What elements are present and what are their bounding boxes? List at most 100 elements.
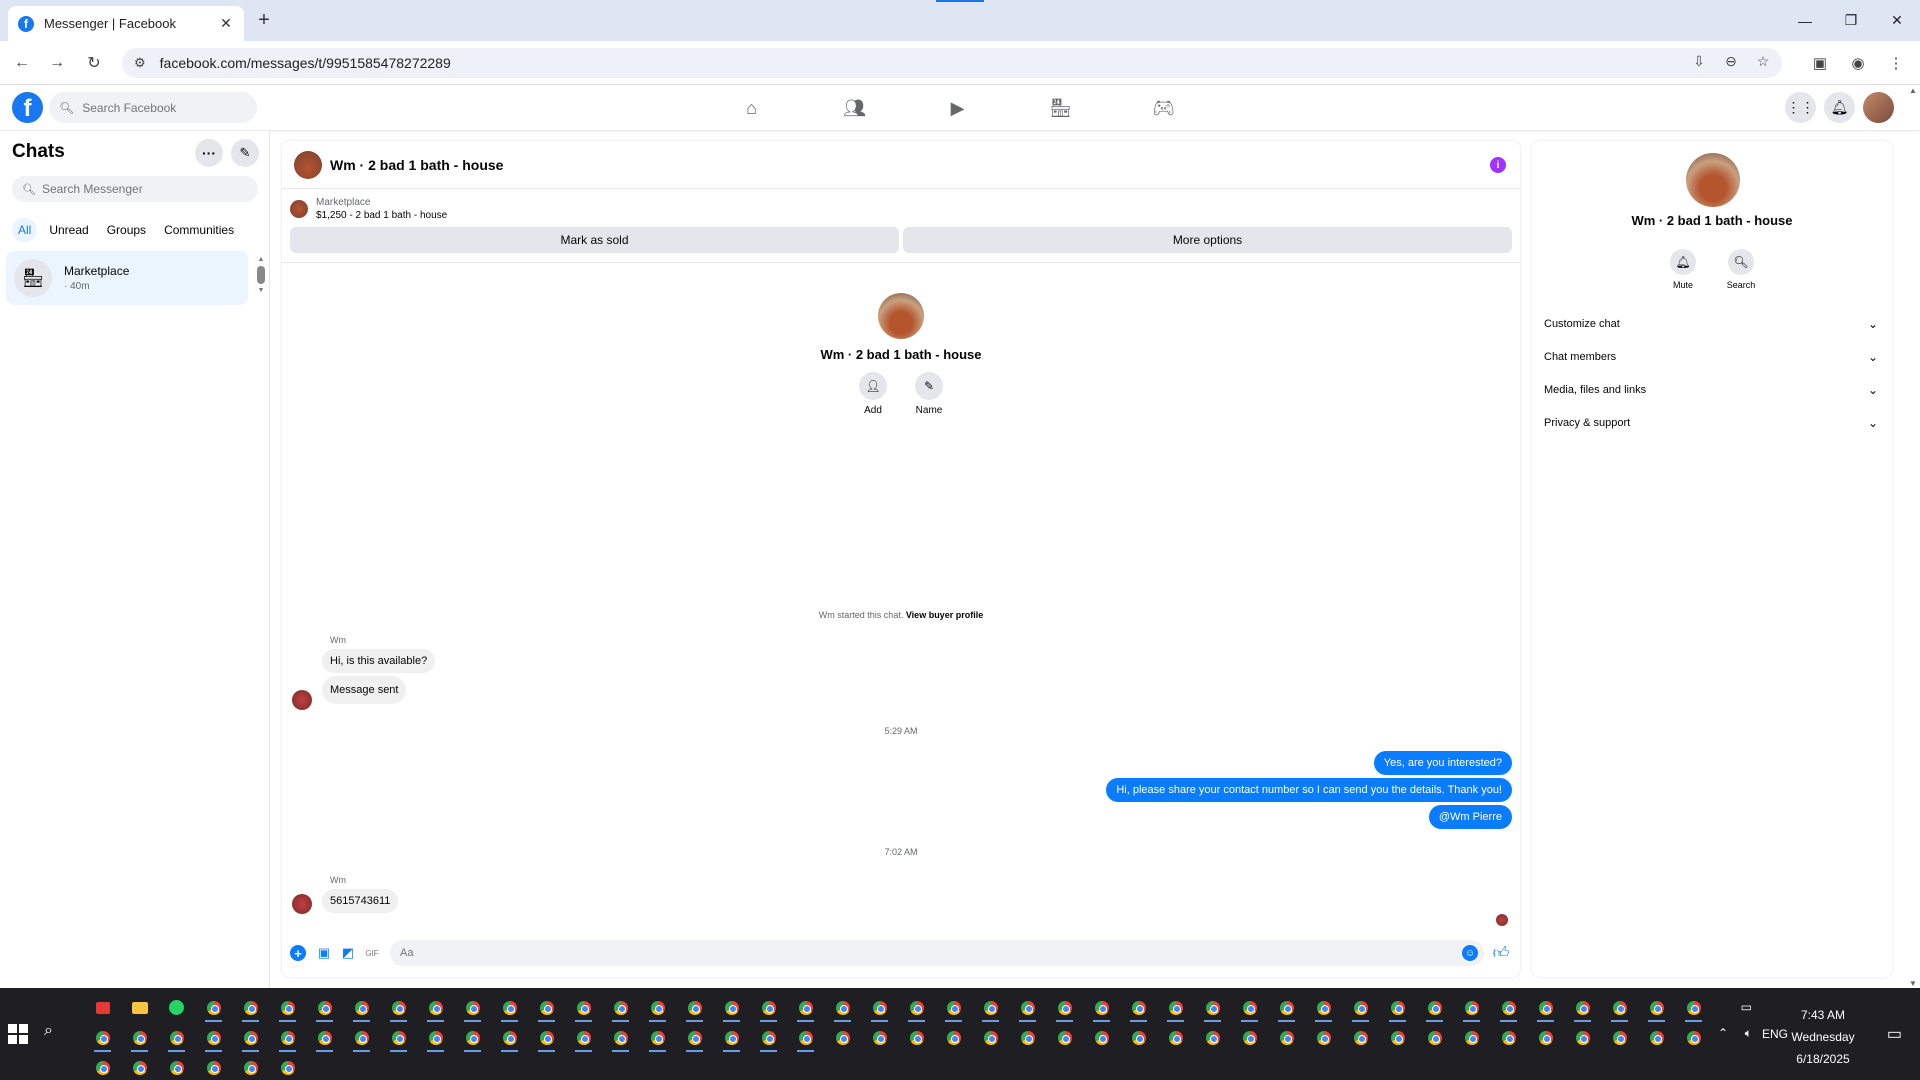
chrome-taskbar-icon[interactable] — [1453, 1022, 1490, 1053]
chrome-taskbar-icon[interactable] — [1527, 1022, 1564, 1053]
reload-icon[interactable]: ↻ — [82, 51, 106, 75]
facebook-search-input[interactable] — [82, 100, 233, 115]
chrome-taskbar-icon[interactable] — [1268, 992, 1305, 1023]
chrome-taskbar-icon[interactable] — [1675, 992, 1712, 1023]
chrome-taskbar-icon[interactable] — [1453, 992, 1490, 1023]
forward-icon[interactable]: → — [45, 51, 69, 75]
chrome-taskbar-icon[interactable] — [602, 992, 639, 1023]
chrome-taskbar-icon[interactable] — [232, 992, 269, 1023]
chrome-taskbar-icon[interactable] — [195, 992, 232, 1023]
chrome-taskbar-icon[interactable] — [84, 1052, 121, 1080]
chrome-taskbar-icon[interactable] — [528, 992, 565, 1023]
chrome-taskbar-icon[interactable] — [528, 1022, 565, 1053]
chrome-taskbar-icon[interactable] — [1564, 1022, 1601, 1053]
chrome-taskbar-icon[interactable] — [1120, 992, 1157, 1023]
taskbar-clock[interactable]: 7:43 AM Wednesday 6/18/2025 — [1778, 1004, 1868, 1070]
chrome-taskbar-icon[interactable] — [454, 1022, 491, 1053]
profile-icon[interactable]: ◉ — [1846, 51, 1870, 75]
browser-menu-icon[interactable]: ⋮ — [1884, 51, 1908, 75]
chrome-taskbar-icon[interactable] — [1342, 1022, 1379, 1053]
gif-icon[interactable]: GIF — [362, 943, 382, 963]
chats-options-button[interactable]: ··· — [195, 139, 223, 167]
chrome-taskbar-icon[interactable] — [1527, 992, 1564, 1023]
chrome-taskbar-icon[interactable] — [380, 1022, 417, 1053]
chrome-taskbar-icon[interactable] — [195, 1022, 232, 1053]
new-message-button[interactable]: ✎ — [231, 139, 259, 167]
message-input-box[interactable]: ☺ — [390, 940, 1484, 966]
browser-tab[interactable]: f Messenger | Facebook ✕ — [8, 6, 244, 41]
chrome-taskbar-icon[interactable] — [1379, 992, 1416, 1023]
filter-unread[interactable]: Unread — [43, 218, 94, 242]
search-conversation-button[interactable]: 🔍︎ Search — [1726, 249, 1756, 290]
chrome-taskbar-icon[interactable] — [861, 1022, 898, 1053]
chrome-taskbar-icon[interactable] — [824, 992, 861, 1023]
chrome-taskbar-icon[interactable] — [1009, 992, 1046, 1023]
chrome-taskbar-icon[interactable] — [343, 1022, 380, 1053]
minimize-icon[interactable]: — — [1782, 0, 1828, 41]
back-icon[interactable]: ← — [10, 51, 34, 75]
chrome-taskbar-icon[interactable] — [861, 992, 898, 1023]
chrome-taskbar-icon[interactable] — [1083, 1022, 1120, 1053]
chrome-taskbar-icon[interactable] — [454, 992, 491, 1023]
filter-all[interactable]: All — [12, 218, 38, 242]
menu-grid-icon[interactable]: ⋮⋮ — [1785, 92, 1816, 123]
chrome-taskbar-icon[interactable] — [1083, 992, 1120, 1023]
chrome-taskbar-icon[interactable] — [269, 1052, 306, 1080]
bookmark-star-icon[interactable]: ☆ — [1754, 53, 1772, 70]
chrome-taskbar-icon[interactable] — [1564, 992, 1601, 1023]
chrome-taskbar-icon[interactable] — [565, 992, 602, 1023]
sticker-icon[interactable]: ◩ — [338, 943, 358, 963]
chrome-taskbar-icon[interactable] — [121, 1022, 158, 1053]
chrome-taskbar-icon[interactable] — [1416, 1022, 1453, 1053]
messenger-search[interactable]: 🔍︎ — [12, 176, 258, 202]
whatsapp-taskbar-icon[interactable] — [158, 992, 195, 1023]
chrome-taskbar-icon[interactable] — [750, 992, 787, 1023]
chrome-taskbar-icon[interactable] — [639, 992, 676, 1023]
chrome-taskbar-icon[interactable] — [491, 1022, 528, 1053]
chrome-taskbar-icon[interactable] — [602, 1022, 639, 1053]
thumbs-up-icon[interactable]: 👍︎ — [1490, 942, 1512, 964]
page-scrollbar[interactable]: ▲ ▼ — [1906, 86, 1920, 988]
incoming-message[interactable]: Message sent — [322, 676, 407, 704]
chrome-taskbar-icon[interactable] — [1046, 992, 1083, 1023]
site-settings-icon[interactable]: ⚙ — [134, 55, 146, 71]
notifications-center-icon[interactable]: ▭ — [1887, 1024, 1902, 1044]
media-files-links-section[interactable]: Media, files and links ⌄ — [1544, 377, 1878, 403]
chrome-taskbar-icon[interactable] — [269, 992, 306, 1023]
taskbar-search-icon[interactable]: ⌕ — [44, 1022, 53, 1040]
scroll-up-icon[interactable]: ▲ — [257, 256, 265, 263]
facebook-search[interactable]: 🔍︎ — [49, 92, 257, 123]
chrome-taskbar-icon[interactable] — [713, 992, 750, 1023]
video-icon[interactable]: ▶ — [906, 86, 1009, 130]
chrome-taskbar-icon[interactable] — [1416, 992, 1453, 1023]
chrome-taskbar-icon[interactable] — [1675, 1022, 1712, 1053]
add-people-button[interactable]: 👤︎ Add — [856, 372, 890, 416]
chrome-taskbar-icon[interactable] — [824, 1022, 861, 1053]
messenger-search-input[interactable] — [41, 182, 242, 196]
message-input[interactable] — [400, 947, 1376, 959]
chrome-taskbar-icon[interactable] — [306, 992, 343, 1023]
mark-as-sold-button[interactable]: Mark as sold — [290, 227, 899, 253]
chrome-taskbar-icon[interactable] — [269, 1022, 306, 1053]
scroll-up-icon[interactable]: ▲ — [1906, 86, 1920, 95]
chrome-taskbar-icon[interactable] — [343, 992, 380, 1023]
conversation-avatar[interactable] — [294, 150, 322, 179]
chat-members-section[interactable]: Chat members ⌄ — [1544, 344, 1878, 370]
chrome-taskbar-icon[interactable] — [1268, 1022, 1305, 1053]
chrome-taskbar-icon[interactable] — [750, 1022, 787, 1053]
close-window-icon[interactable]: ✕ — [1874, 0, 1920, 41]
chrome-taskbar-icon[interactable] — [565, 1022, 602, 1053]
install-app-icon[interactable]: ⇩ — [1690, 53, 1708, 70]
new-tab-button[interactable]: + — [254, 10, 274, 30]
chrome-taskbar-icon[interactable] — [713, 1022, 750, 1053]
filter-communities[interactable]: Communities — [158, 218, 240, 242]
photo-icon[interactable]: ▣ — [314, 943, 334, 963]
address-bar[interactable]: ⚙ facebook.com/messages/t/99515854782722… — [122, 48, 1782, 78]
chrome-taskbar-icon[interactable] — [935, 1022, 972, 1053]
outgoing-message[interactable]: Hi, please share your contact number so … — [1106, 778, 1512, 802]
chrome-taskbar-icon[interactable] — [1046, 1022, 1083, 1053]
info-icon[interactable]: i — [1490, 157, 1506, 173]
chrome-taskbar-icon[interactable] — [1231, 1022, 1268, 1053]
chrome-taskbar-icon[interactable] — [787, 992, 824, 1023]
facebook-logo-icon[interactable]: f — [12, 92, 43, 123]
